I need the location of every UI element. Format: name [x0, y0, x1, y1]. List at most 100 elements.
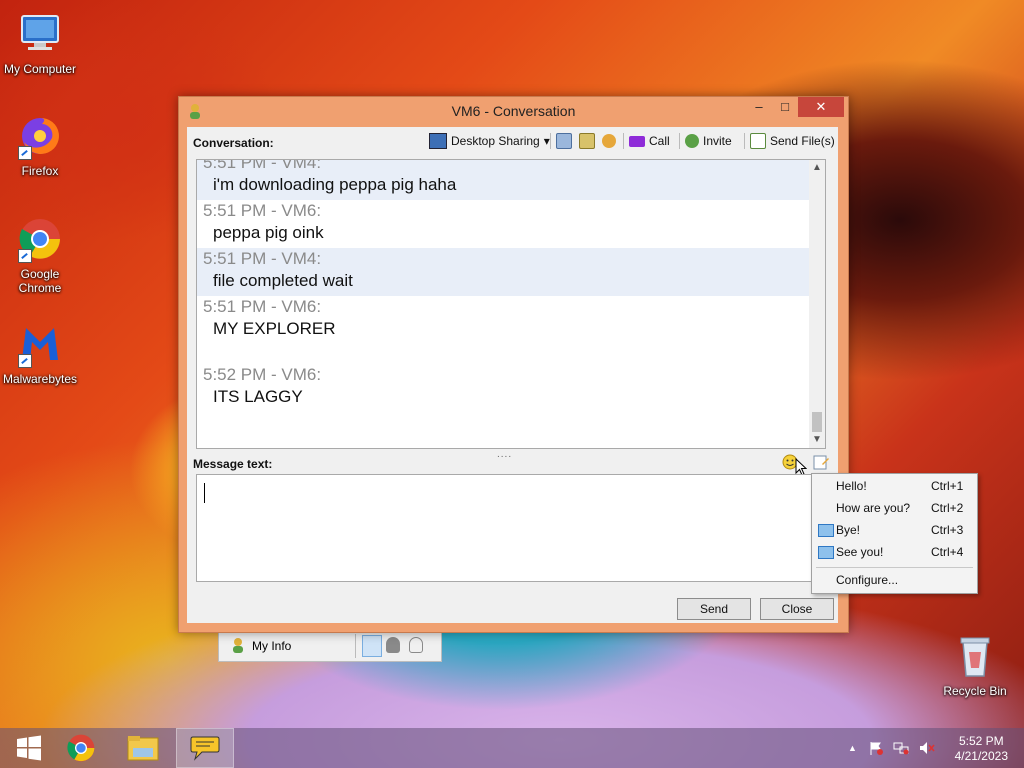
maximize-button[interactable]: □ — [771, 97, 799, 117]
message-text-label: Message text: — [193, 457, 273, 471]
desktop-icon-chrome[interactable]: Google Chrome — [0, 215, 80, 295]
status-away-button[interactable] — [386, 637, 400, 653]
send-button[interactable]: Send — [677, 598, 751, 620]
tray-expand-icon[interactable]: ▲ — [848, 743, 857, 753]
close-button[interactable]: Close — [760, 598, 834, 620]
message-text: i'm downloading peppa pig haha — [213, 175, 457, 194]
status-offline-button[interactable] — [409, 637, 423, 653]
volume-muted-icon[interactable] — [919, 741, 935, 755]
taskbar-chrome[interactable] — [52, 728, 110, 768]
scroll-thumb[interactable] — [812, 412, 822, 432]
video-camera-icon — [629, 135, 645, 147]
contact-info-icon — [579, 133, 595, 149]
menu-item-shortcut: Ctrl+3 — [931, 523, 964, 537]
taskbar-clock[interactable]: 5:52 PM 4/21/2023 — [955, 734, 1008, 764]
menu-item-hello[interactable]: Hello! Ctrl+1 — [812, 476, 977, 496]
message-meta: 5:51 PM - VM4: — [203, 159, 322, 172]
title-bar[interactable]: VM6 - Conversation – □ ✕ — [179, 97, 848, 124]
conversation-label: Conversation: — [193, 136, 274, 150]
shortcut-arrow-icon — [18, 146, 32, 160]
send-files-label: Send File(s) — [770, 134, 835, 148]
message-item: 5:51 PM - VM6: MY EXPLORER — [197, 296, 809, 364]
clock-date: 4/21/2023 — [954, 749, 1008, 763]
desktop-sharing-button[interactable]: Desktop Sharing ▾ — [429, 131, 550, 151]
text-caret — [204, 483, 205, 503]
message-meta: 5:51 PM - VM6: — [203, 201, 322, 220]
message-meta: 5:52 PM - VM6: — [203, 365, 322, 384]
desktop-icon-firefox[interactable]: Firefox — [0, 112, 80, 178]
menu-separator — [816, 567, 973, 568]
desktop-sharing-label: Desktop Sharing — [451, 134, 540, 148]
desktop-icon-label: Firefox — [21, 164, 59, 178]
send-files-button[interactable]: Send File(s) — [750, 131, 835, 151]
status-online-button[interactable] — [362, 635, 382, 657]
recycle-bin-icon — [951, 632, 999, 680]
conversation-window: VM6 - Conversation – □ ✕ Conversation: D… — [178, 96, 849, 633]
quick-messages-menu: Hello! Ctrl+1 How are you? Ctrl+2 Bye! C… — [811, 473, 978, 594]
desktop-icon-label: Malwarebytes — [2, 372, 78, 386]
message-text: file completed wait — [213, 271, 353, 290]
windows-logo-icon — [17, 735, 41, 761]
minimize-button[interactable]: – — [745, 97, 773, 117]
invite-label: Invite — [703, 134, 732, 148]
menu-item-bye[interactable]: Bye! Ctrl+3 — [812, 520, 977, 540]
quick-messages-button[interactable] — [813, 454, 829, 470]
invite-users-icon — [685, 134, 699, 148]
shortcut-arrow-icon — [18, 249, 32, 263]
chat-bubble-icon — [190, 736, 220, 761]
desktop-icon-label: Google Chrome — [18, 267, 62, 295]
history-button[interactable] — [556, 131, 572, 151]
message-text: MY EXPLORER — [213, 319, 336, 338]
malwarebytes-icon — [16, 320, 64, 368]
clock-time: 5:52 PM — [958, 734, 1004, 748]
history-icon — [556, 133, 572, 149]
call-button[interactable]: Call — [629, 131, 670, 151]
conversation-history[interactable]: 5:51 PM - VM4: i'm downloading peppa pig… — [196, 159, 826, 449]
desktop-icon-my-computer[interactable]: My Computer — [0, 10, 80, 76]
message-template-icon — [818, 546, 834, 559]
message-template-icon — [818, 524, 834, 537]
firefox-icon — [16, 112, 64, 160]
message-item: 5:51 PM - VM6: peppa pig oink — [197, 200, 809, 248]
chrome-icon — [67, 734, 95, 762]
menu-item-see-you[interactable]: See you! Ctrl+4 — [812, 542, 977, 562]
message-text: peppa pig oink — [213, 223, 324, 242]
action-center-flag-icon[interactable] — [869, 741, 883, 755]
shortcut-arrow-icon — [18, 354, 32, 368]
conversation-scrollbar[interactable]: ▲ ▼ — [809, 160, 825, 448]
desktop-icon-recycle-bin[interactable]: Recycle Bin — [935, 632, 1015, 698]
invite-button[interactable]: Invite — [685, 131, 732, 151]
menu-item-label: See you! — [836, 545, 884, 559]
splitter-handle[interactable]: .... — [497, 449, 512, 460]
scroll-down-icon[interactable]: ▼ — [809, 432, 825, 448]
menu-item-label: Configure... — [836, 573, 899, 587]
quick-message-icon — [813, 455, 829, 470]
message-meta: 5:51 PM - VM6: — [203, 297, 322, 316]
menu-item-configure[interactable]: Configure... — [812, 570, 977, 590]
taskbar-messenger[interactable] — [176, 728, 234, 768]
taskbar-file-explorer[interactable] — [114, 728, 172, 768]
folder-icon — [127, 736, 159, 761]
message-item: 5:51 PM - VM4: file completed wait — [197, 248, 809, 296]
conversation-toolbar: Conversation: Desktop Sharing ▾ Call Inv… — [187, 127, 838, 155]
desktop-icon-malwarebytes[interactable]: Malwarebytes — [0, 320, 80, 386]
menu-item-shortcut: Ctrl+2 — [931, 501, 964, 515]
network-icon[interactable] — [893, 741, 909, 755]
start-button[interactable] — [0, 728, 58, 768]
settings-button[interactable] — [602, 131, 616, 151]
send-file-icon — [750, 133, 766, 149]
gear-icon — [602, 134, 616, 148]
desktop-sharing-icon — [429, 133, 447, 149]
my-info-label[interactable]: My Info — [252, 639, 291, 653]
message-input[interactable] — [196, 474, 816, 582]
menu-item-shortcut: Ctrl+4 — [931, 545, 964, 559]
message-meta: 5:51 PM - VM4: — [203, 249, 322, 268]
menu-item-how-are-you[interactable]: How are you? Ctrl+2 — [812, 498, 977, 518]
close-window-button[interactable]: ✕ — [798, 97, 844, 117]
menu-item-label: Bye! — [836, 523, 861, 537]
message-item: 5:52 PM - VM6: ITS LAGGY — [197, 364, 809, 412]
computer-icon — [16, 10, 64, 58]
scroll-up-icon[interactable]: ▲ — [809, 160, 825, 176]
taskbar: ▲ 5:52 PM 4/21/2023 — [0, 728, 1024, 768]
contact-info-button[interactable] — [579, 131, 595, 151]
